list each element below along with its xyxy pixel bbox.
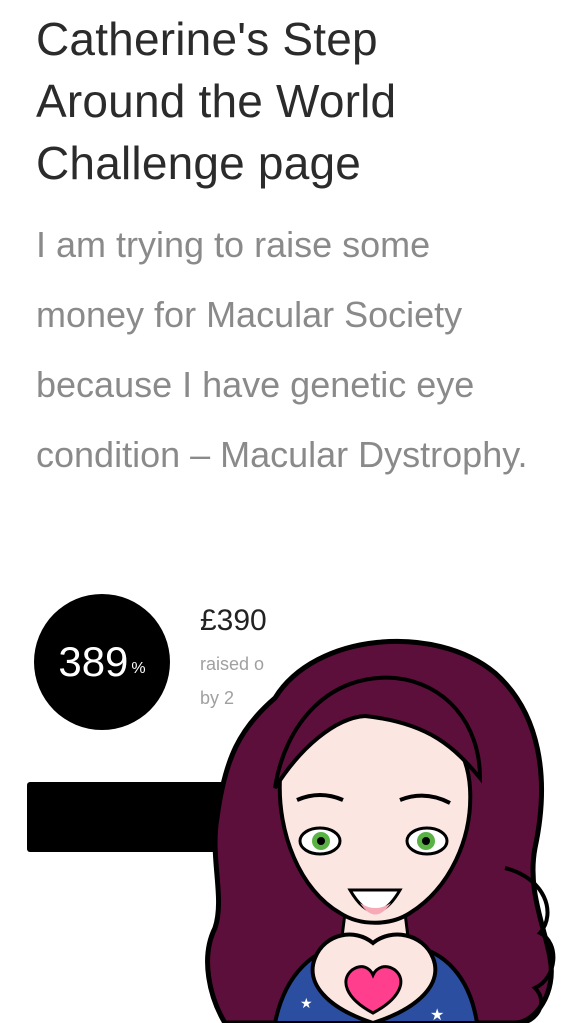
- svg-text:★: ★: [430, 1005, 444, 1023]
- svg-text:★: ★: [300, 996, 313, 1012]
- page-description: I am trying to raise some money for Macu…: [36, 224, 528, 475]
- progress-percent: 389: [58, 638, 129, 685]
- avatar-sticker: ★ ★ ★ ★: [205, 638, 556, 1023]
- progress-unit: %: [131, 660, 146, 677]
- progress-circle: 389 %: [34, 594, 170, 730]
- page-title: Catherine's Step Around the World Challe…: [36, 13, 397, 189]
